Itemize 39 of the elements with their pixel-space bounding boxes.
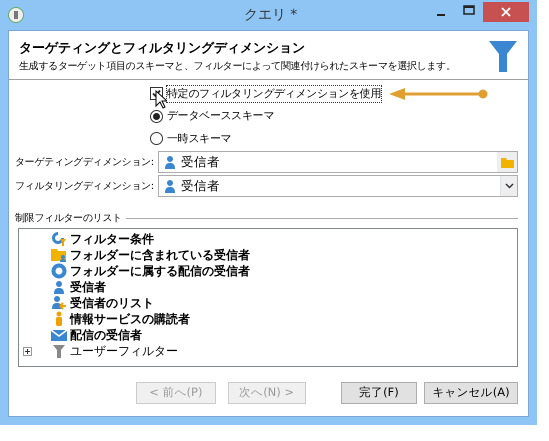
radio-button[interactable] — [150, 110, 163, 123]
dialog-title: ターゲティングとフィルタリングディメンション — [19, 40, 306, 58]
folder-icon — [51, 247, 67, 263]
tree-item[interactable]: フォルダーに含まれている受信者 — [23, 247, 517, 263]
folder-icon — [500, 156, 514, 168]
tree-item[interactable]: 受信者 — [23, 279, 517, 295]
tree-item[interactable]: 情報サービスの購読者 — [23, 311, 517, 327]
tree-item[interactable]: フィルター条件 — [23, 231, 517, 247]
person-icon — [51, 279, 67, 295]
window-title: クエリ * — [242, 6, 298, 24]
funnel-icon — [488, 39, 518, 73]
envelope-icon — [51, 327, 67, 343]
radio-button[interactable] — [150, 132, 163, 146]
chevron-down-icon — [504, 183, 514, 189]
funnel-icon — [51, 343, 67, 359]
wizard-button[interactable]: 完了(F) — [340, 382, 418, 404]
input-field[interactable]: 受信者 — [158, 175, 518, 197]
checkbox-label: 特定のフィルタリングディメンションを使用 — [167, 86, 382, 102]
section-title: 制限フィルターのリスト — [15, 212, 122, 226]
field-label: ターゲティングディメンション: — [15, 156, 154, 170]
app-icon — [8, 7, 24, 23]
people-icon — [51, 295, 67, 311]
expand-icon[interactable] — [23, 346, 32, 356]
tree-item[interactable]: ユーザーフィルター — [23, 343, 517, 359]
tree-item[interactable]: 受信者のリスト — [23, 295, 517, 311]
wizard-button[interactable]: キャンセル(A) — [424, 382, 518, 404]
ring-icon — [51, 263, 67, 279]
person-icon — [164, 179, 176, 193]
input-field[interactable]: 受信者 — [158, 151, 518, 173]
radio-label: 一時スキーマ — [167, 130, 232, 146]
dropdown-button[interactable] — [500, 176, 517, 196]
radio-label: データベーススキーマ — [167, 108, 274, 124]
person-icon — [164, 155, 176, 169]
condition-icon — [51, 231, 67, 247]
field-label: フィルタリングディメンション: — [15, 180, 154, 194]
close-icon[interactable] — [483, 2, 529, 22]
dialog-subtitle: 生成するターゲット項目のスキーマと、フィルターによって関連付けられたスキーマを選択します。 — [19, 60, 457, 74]
tree-item[interactable]: フォルダーに属する配信の受信者 — [23, 263, 517, 279]
tree-item[interactable]: 配信の受信者 — [23, 327, 517, 343]
